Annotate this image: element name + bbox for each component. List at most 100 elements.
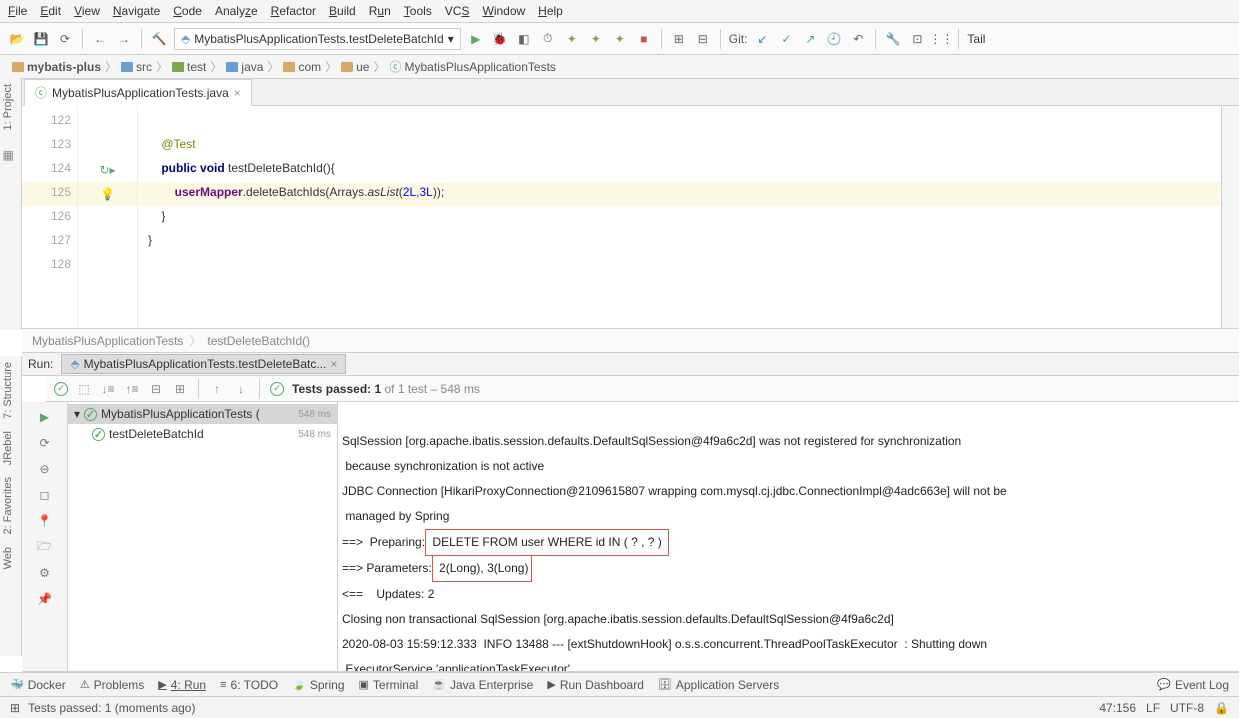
- tool-javaee[interactable]: ☕ Java Enterprise: [432, 678, 533, 692]
- tab-title: MybatisPlusApplicationTests.java: [52, 86, 229, 100]
- menu-view[interactable]: View: [74, 4, 100, 18]
- tool-problems[interactable]: ⚠ Problems: [80, 678, 145, 692]
- git-revert-icon[interactable]: ↶: [849, 30, 867, 48]
- tool-dashboard[interactable]: ▶ Run Dashboard: [547, 678, 644, 692]
- pass-filter-icon[interactable]: ✓: [54, 382, 68, 396]
- run-tab[interactable]: ⬘ MybatisPlusApplicationTests.testDelete…: [61, 354, 346, 374]
- run-gutter-icon[interactable]: ↻▸: [99, 163, 115, 177]
- prev-icon[interactable]: ↑: [209, 381, 225, 397]
- rerun-cfg-icon[interactable]: ⟳: [36, 434, 54, 452]
- save-icon[interactable]: 💾: [32, 30, 50, 48]
- close-run-tab-icon[interactable]: ×: [330, 357, 337, 371]
- sort-up-icon[interactable]: ↑≡: [124, 381, 140, 397]
- favorites-tool[interactable]: 2: Favorites: [0, 471, 16, 540]
- git-commit-icon[interactable]: ✓: [777, 30, 795, 48]
- menu-analyze[interactable]: Analyze: [215, 4, 258, 18]
- bc-com[interactable]: com: [277, 58, 327, 76]
- expand-icon[interactable]: ⊟: [148, 381, 164, 397]
- bc-java[interactable]: java: [220, 58, 269, 76]
- layout-icon[interactable]: ⊞: [670, 30, 688, 48]
- menu-window[interactable]: Window: [482, 4, 525, 18]
- encoding[interactable]: UTF-8: [1170, 701, 1204, 715]
- bc-src[interactable]: src: [115, 58, 158, 76]
- next-icon[interactable]: ↓: [233, 381, 249, 397]
- run-config-selector[interactable]: ⬘ MybatisPlusApplicationTests.testDelete…: [174, 28, 461, 50]
- code-nav-path: MybatisPlusApplicationTests〉testDeleteBa…: [22, 328, 1239, 352]
- profile-icon[interactable]: ⏱: [539, 30, 557, 48]
- bulb-icon[interactable]: 💡: [100, 187, 115, 201]
- tool-appservers[interactable]: 🗄 Application Servers: [658, 678, 779, 692]
- menu-run[interactable]: Run: [369, 4, 391, 18]
- open-icon[interactable]: 📂: [8, 30, 26, 48]
- bc-class[interactable]: ⓒMybatisPlusApplicationTests: [384, 56, 562, 77]
- back-icon[interactable]: ←: [91, 30, 109, 48]
- code-editor[interactable]: @Test public void testDeleteBatchId(){ u…: [138, 106, 1221, 328]
- git-history-icon[interactable]: 🕘: [825, 30, 843, 48]
- attach-icon[interactable]: ✦: [563, 30, 581, 48]
- settings-run-icon[interactable]: ⚙: [36, 564, 54, 582]
- test-child-row[interactable]: ✓testDeleteBatchId548 ms: [68, 424, 337, 444]
- tail-label[interactable]: Tail: [967, 32, 985, 46]
- lock-icon[interactable]: 🔒: [1214, 701, 1229, 715]
- coverage-icon[interactable]: ◧: [515, 30, 533, 48]
- menu-file[interactable]: File: [8, 4, 27, 18]
- structure-tool[interactable]: 7: Structure: [0, 356, 16, 425]
- build-icon[interactable]: 🔨: [150, 30, 168, 48]
- status-bar: ⊞ Tests passed: 1 (moments ago) 47:156 L…: [0, 696, 1239, 718]
- scroll-icon[interactable]: ⬚: [76, 381, 92, 397]
- bc-root[interactable]: mybatis-plus: [6, 58, 107, 76]
- web-tool[interactable]: Web: [0, 541, 16, 575]
- menu-help[interactable]: Help: [538, 4, 563, 18]
- settings-icon[interactable]: 🔧: [884, 30, 902, 48]
- line-gutter: 122123124 125126127128: [22, 106, 78, 328]
- git-update-icon[interactable]: ↙: [753, 30, 771, 48]
- console-output[interactable]: SqlSession [org.apache.ibatis.session.de…: [338, 402, 1239, 671]
- tool-run[interactable]: ▶ 4: Run: [158, 678, 206, 692]
- pin-icon[interactable]: 📍: [36, 512, 54, 530]
- menu-build[interactable]: Build: [329, 4, 356, 18]
- editor-tab-active[interactable]: ⓒ MybatisPlusApplicationTests.java ×: [24, 79, 252, 106]
- close-tab-icon[interactable]: ×: [234, 86, 241, 100]
- debug-icon[interactable]: 🐞: [491, 30, 509, 48]
- bc-ue[interactable]: ue: [335, 58, 375, 76]
- sql-prepare-box: DELETE FROM user WHERE id IN ( ? , ? ): [425, 529, 669, 556]
- jrebel-debug-icon[interactable]: ✦: [611, 30, 629, 48]
- status-tool-icon[interactable]: ⊞: [10, 701, 20, 715]
- menu-navigate[interactable]: Navigate: [113, 4, 160, 18]
- sort-down-icon[interactable]: ↓≡: [100, 381, 116, 397]
- layout2-icon[interactable]: ⊟: [694, 30, 712, 48]
- menu-refactor[interactable]: Refactor: [271, 4, 316, 18]
- bc-test[interactable]: test: [166, 58, 212, 76]
- toggle-icon[interactable]: ⊖: [36, 460, 54, 478]
- tool-spring[interactable]: 🍃 Spring: [292, 678, 344, 692]
- project-tool[interactable]: 1: Project: [0, 78, 16, 136]
- menu-vcs[interactable]: VCS: [445, 4, 470, 18]
- rerun-icon[interactable]: ▶: [36, 408, 54, 426]
- git-push-icon[interactable]: ↗: [801, 30, 819, 48]
- structure-icon[interactable]: ⊡: [908, 30, 926, 48]
- tool-terminal[interactable]: ▣ Terminal: [359, 678, 419, 692]
- collapse-icon[interactable]: ⊞: [172, 381, 188, 397]
- menu-tools[interactable]: Tools: [404, 4, 432, 18]
- export-icon[interactable]: 🗁: [36, 538, 54, 556]
- tool-docker[interactable]: 🐳 Docker: [10, 678, 66, 692]
- stop-icon[interactable]: ◻: [36, 486, 54, 504]
- run-icon[interactable]: ▶: [467, 30, 485, 48]
- tool-todo[interactable]: ≡ 6: TODO: [220, 678, 278, 692]
- menu-edit[interactable]: Edit: [40, 4, 61, 18]
- stop-icon[interactable]: ■: [635, 30, 653, 48]
- menu-code[interactable]: Code: [173, 4, 202, 18]
- jrebel-tool[interactable]: JRebel: [0, 425, 16, 471]
- right-scroll-rail[interactable]: [1221, 106, 1239, 328]
- more-icon[interactable]: ⋮⋮: [932, 30, 950, 48]
- sync-icon[interactable]: ⟳: [56, 30, 74, 48]
- tool-eventlog[interactable]: 💬 Event Log: [1157, 678, 1229, 692]
- test-root-row[interactable]: ▾✓ MybatisPlusApplicationTests (548 ms: [68, 404, 337, 424]
- jrebel-run-icon[interactable]: ✦: [587, 30, 605, 48]
- forward-icon[interactable]: →: [115, 30, 133, 48]
- line-sep[interactable]: LF: [1146, 701, 1160, 715]
- test-tree[interactable]: ▾✓ MybatisPlusApplicationTests (548 ms ✓…: [68, 402, 338, 671]
- help-icon[interactable]: 📌: [36, 590, 54, 608]
- caret-pos[interactable]: 47:156: [1099, 701, 1136, 715]
- main-toolbar: 📂 💾 ⟳ ← → 🔨 ⬘ MybatisPlusApplicationTest…: [0, 23, 1239, 55]
